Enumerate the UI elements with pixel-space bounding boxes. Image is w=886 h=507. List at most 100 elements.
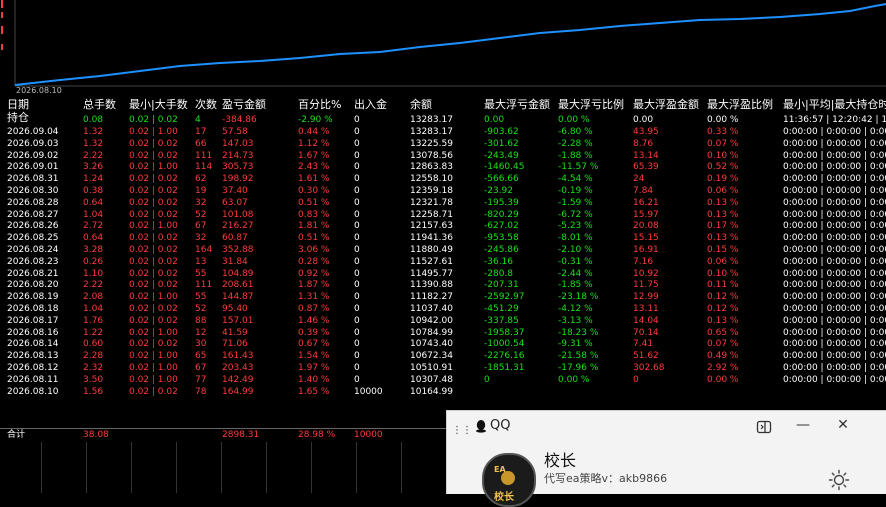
total-lots: 38.08 (83, 430, 109, 440)
table-row: 2026.09.04 1.32 0.02 | 1.00 17 57.58 0.44 % 0 1… (0, 126, 886, 138)
cell-total-lots: 0.60 (83, 339, 104, 350)
cell-max-float-loss: -566.66 (484, 174, 519, 185)
cell-max-float-loss: -337.85 (484, 315, 519, 326)
cell-pct: 0.92 % (298, 268, 330, 279)
sun-icon[interactable] (828, 469, 850, 491)
cell-max-float-loss: -36.16 (484, 256, 514, 267)
cell-pl: 144.87 (222, 292, 254, 303)
minimize-button[interactable]: — (795, 417, 811, 433)
cell-balance: 12558.10 (410, 174, 453, 185)
cell-count: 52 (195, 209, 207, 220)
cell-max-float-profit-pct: 0.10 % (707, 268, 739, 279)
cell-pl: 198.92 (222, 174, 254, 185)
cell-balance: 11037.40 (410, 304, 453, 314)
cell-inout: 0 (354, 280, 360, 291)
cell-inout: 0 (354, 174, 360, 185)
cell-min-max-lots: 0.02 | 0.02 (129, 209, 178, 220)
cell-count: 111 (195, 280, 213, 291)
menu-dots-icon[interactable]: ⋮⋮ (452, 425, 472, 436)
cell-max-float-profit: 14.04 (633, 315, 659, 326)
cell-min-max-lots: 0.02 | 1.00 (129, 351, 178, 362)
cell-hold-time: 0:00:00 | 0:00:00 | 0:00: (783, 197, 886, 208)
cell-max-float-loss: 0 (484, 374, 490, 385)
cell-pct: 0.67 % (298, 339, 330, 350)
cell-hold-time: 0:00:00 | 0:00:00 | 0:00: (783, 162, 886, 173)
cell-total-lots: 2.32 (83, 363, 104, 373)
cell-pct: 1.97 % (298, 363, 330, 373)
cell-pl: 63.07 (222, 197, 248, 208)
cell-inout: 0 (354, 221, 360, 232)
grid-line (356, 442, 357, 493)
cell-balance: 10784.99 (410, 327, 453, 338)
cell-max-float-profit-pct: 0.06 % (707, 256, 739, 267)
table-row: 2026.08.23 0.26 0.02 | 0.02 13 31.84 0.28 % 0 1… (0, 256, 886, 268)
grid-line (266, 442, 267, 493)
cell-pct: 2.43 % (298, 162, 330, 173)
cell-date: 2026.09.01 (7, 162, 59, 173)
contact-description: 代写ea策略v：akb9866 (544, 472, 668, 485)
cell-pct: 1.12 % (298, 138, 330, 149)
hold-max-float-loss: 0.00 (484, 115, 505, 125)
cell-count: 62 (195, 174, 207, 185)
avatar-text-bottom: 校长 (494, 492, 514, 503)
avatar[interactable]: EA 校长 (482, 453, 536, 507)
close-button[interactable]: ✕ (835, 417, 851, 433)
table-row: 2026.08.13 2.28 0.02 | 1.00 65 161.43 1.54 % 0… (0, 350, 886, 362)
cell-count: 66 (195, 138, 207, 149)
cell-pl: 104.89 (222, 268, 254, 279)
cell-max-float-profit: 51.62 (633, 351, 659, 362)
cell-balance: 10307.48 (410, 374, 453, 385)
cell-date: 2026.08.18 (7, 304, 59, 314)
chart-axis-label: 2026.08.10 (16, 86, 62, 95)
cell-inout: 0 (354, 315, 360, 326)
cell-hold-time: 0:00:00 | 0:00:00 | 0:00: (783, 351, 886, 362)
cell-min-max-lots: 0.02 | 0.02 (129, 174, 178, 185)
cell-pl: 208.61 (222, 280, 254, 291)
cell-max-float-profit: 15.97 (633, 209, 659, 220)
cell-count: 65 (195, 351, 207, 362)
cell-min-max-lots: 0.02 | 0.02 (129, 245, 178, 255)
cell-balance: 10510.91 (410, 363, 453, 373)
cell-min-max-lots: 0.02 | 0.02 (129, 256, 178, 267)
grid-line (41, 442, 42, 493)
cell-count: 67 (195, 363, 207, 373)
table-row: 2026.08.10 1.56 0.02 | 0.02 78 164.99 1.65 % 1… (0, 386, 886, 398)
cell-balance: 12157.63 (410, 221, 453, 232)
table-row: 2026.08.11 3.50 0.02 | 1.00 77 142.49 1.40 % 0… (0, 374, 886, 386)
cell-total-lots: 0.64 (83, 233, 104, 244)
cell-total-lots: 1.10 (83, 268, 104, 279)
cell-min-max-lots: 0.02 | 0.02 (129, 233, 178, 244)
qq-penguin-icon (476, 420, 486, 433)
cell-balance: 11182.27 (410, 292, 453, 303)
cell-inout: 0 (354, 374, 360, 385)
cell-pct: 0.51 % (298, 233, 330, 244)
total-label: 合计 (7, 430, 26, 440)
window-toggle-icon[interactable] (756, 419, 772, 435)
table-row: 2026.08.24 3.28 0.02 | 0.02 164 352.88 3.06 %… (0, 244, 886, 256)
cell-pct: 0.83 % (298, 209, 330, 220)
contact-name[interactable]: 校长 (544, 447, 576, 471)
cell-inout: 0 (354, 127, 360, 137)
cell-max-float-loss: -245.86 (484, 245, 519, 255)
cell-max-float-profit-pct: 0.00 % (707, 374, 739, 385)
cell-max-float-profit: 65.39 (633, 162, 659, 173)
cell-count: 30 (195, 339, 207, 350)
cell-hold-time: 0:00:00 | 0:00:00 | 0:00: (783, 327, 886, 338)
cell-inout: 0 (354, 162, 360, 173)
qq-titlebar[interactable]: ⋮⋮ QQ — ✕ (447, 411, 886, 445)
cell-inout: 0 (354, 138, 360, 149)
cell-balance: 12863.83 (410, 162, 453, 173)
cell-date: 2026.09.04 (7, 127, 59, 137)
cell-max-float-profit: 15.15 (633, 233, 659, 244)
cell-balance: 11527.61 (410, 256, 453, 267)
cell-count: 55 (195, 268, 207, 279)
cell-hold-time: 0:00:00 | 0:00:00 | 0:00: (783, 339, 886, 350)
cell-inout: 0 (354, 150, 360, 161)
table-row: 2026.08.30 0.38 0.02 | 0.02 19 37.40 0.30 % 0 1… (0, 185, 886, 197)
qq-notification-window[interactable]: ⋮⋮ QQ — ✕ EA 校长 校长 代写ea策略v：akb9866 (446, 410, 886, 507)
cell-inout: 0 (354, 268, 360, 279)
cell-max-float-profit-pct: 0.13 % (707, 315, 739, 326)
cell-count: 13 (195, 256, 207, 267)
grid-line (86, 442, 87, 493)
hold-time: 11:36:57 | 12:20:42 | 1 (783, 115, 886, 125)
